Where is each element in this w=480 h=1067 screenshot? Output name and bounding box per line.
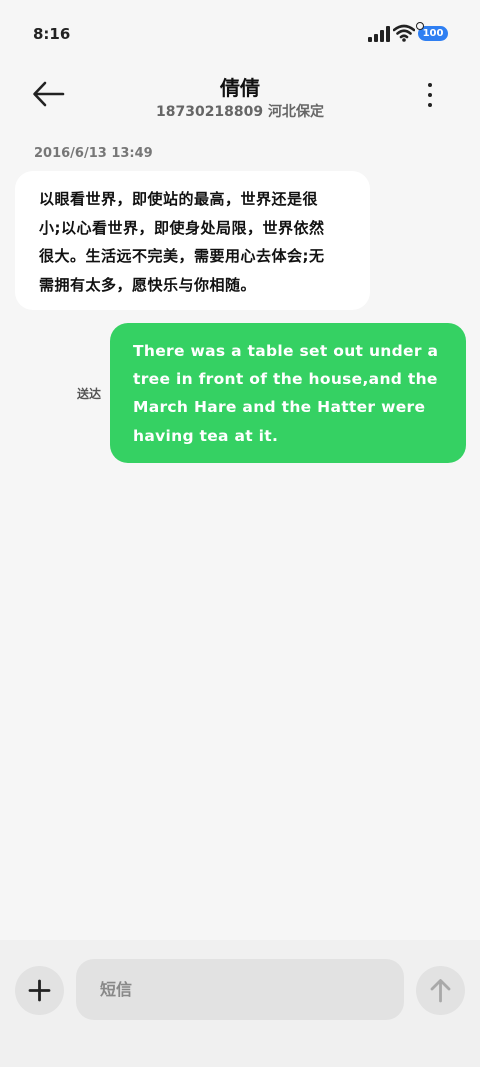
send-arrow-icon [430, 979, 451, 1003]
composer-bar: 短信 [0, 940, 480, 1067]
message-line: March Hare and the Hatter were [133, 398, 426, 417]
message-line: having tea at it. [133, 426, 279, 445]
incoming-message-bubble[interactable]: 以眼看世界，即使站的最高，世界还是很 小;以心看世界，即使身处局限，世界依然 很… [15, 171, 370, 310]
conversation-header: 倩倩 18730218809 河北保定 [0, 66, 480, 130]
outgoing-message-bubble[interactable]: There was a table set out under a tree i… [110, 323, 466, 463]
plus-icon [28, 979, 51, 1002]
message-line: 需拥有太多，愿快乐与你相随。 [39, 275, 257, 294]
wifi-icon [393, 24, 415, 42]
message-timestamp: 2016/6/13 13:49 [34, 146, 153, 161]
message-line: 很大。生活远不完美，需要用心去体会;无 [39, 247, 325, 265]
more-vertical-icon[interactable] [422, 80, 438, 110]
signal-icon [368, 26, 390, 42]
add-attachment-button[interactable] [15, 966, 64, 1015]
contact-name: 倩倩 [220, 76, 260, 100]
send-button[interactable] [416, 966, 465, 1015]
status-time: 8:16 [33, 25, 71, 43]
delivery-status: 送达 [77, 387, 102, 401]
message-line: 小;以心看世界，即使身处局限，世界依然 [39, 218, 325, 237]
status-bar: 8:16 100 [0, 0, 480, 66]
message-line: There was a table set out under a [133, 342, 439, 360]
message-line: tree in front of the house,and the [133, 370, 438, 389]
contact-number-location: 18730218809 河北保定 [155, 104, 325, 120]
sms-input[interactable]: 短信 [76, 959, 404, 1020]
charging-indicator-icon [416, 22, 424, 30]
message-line: 以眼看世界，即使站的最高，世界还是很 [39, 190, 319, 208]
